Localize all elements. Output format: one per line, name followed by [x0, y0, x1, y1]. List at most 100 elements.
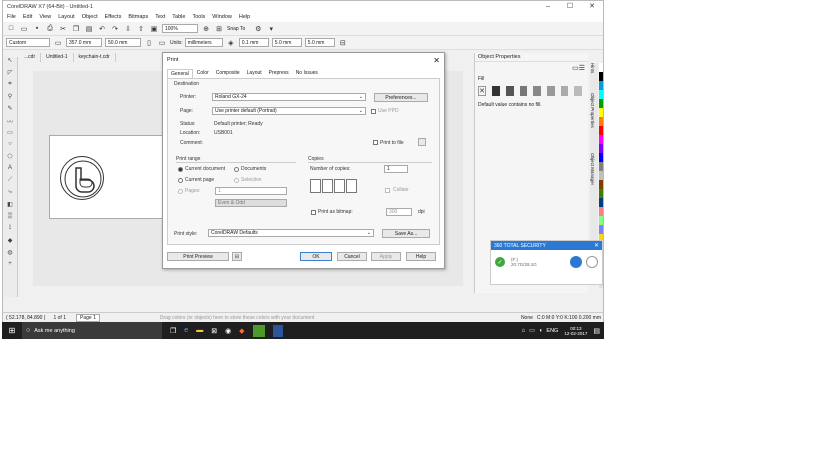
color-swatch[interactable] — [599, 189, 603, 198]
postscript-fill-icon[interactable] — [574, 86, 582, 96]
tab-general[interactable]: General — [167, 69, 193, 78]
color-swatch[interactable] — [599, 207, 603, 216]
tray-network-icon[interactable]: ▭ — [529, 327, 535, 334]
color-swatch[interactable] — [599, 90, 603, 99]
eject-icon[interactable] — [586, 256, 598, 268]
ellipse-tool-icon[interactable]: ○ — [3, 141, 17, 153]
use-ppd-checkbox[interactable] — [371, 109, 376, 114]
tab-composite[interactable]: Composite — [213, 69, 243, 78]
open-folder-icon[interactable] — [570, 256, 582, 268]
duplicate-y-field[interactable]: 5.0 mm — [304, 38, 335, 47]
menu-text[interactable]: Text — [155, 14, 165, 20]
zoom-tool-icon[interactable]: ⚲ — [3, 93, 17, 105]
taskbar-clock[interactable]: 00:13 12-02-2017 — [564, 326, 587, 336]
current-document-radio[interactable] — [178, 167, 183, 172]
fountain-fill-icon[interactable] — [505, 86, 514, 96]
menu-view[interactable]: View — [39, 14, 51, 20]
color-swatch[interactable] — [599, 108, 603, 117]
page-options-icon[interactable]: ⊟ — [338, 38, 348, 48]
page-preset-select[interactable]: Custom — [6, 38, 50, 47]
texture-fill-icon[interactable] — [560, 86, 569, 96]
menu-table[interactable]: Table — [172, 14, 185, 20]
page-height-field[interactable]: 50.0 mm — [105, 38, 141, 47]
color-swatch[interactable] — [599, 216, 603, 225]
pick-tool-icon[interactable]: ↖ — [3, 57, 17, 69]
snap-icon[interactable]: ⊞ — [214, 24, 224, 34]
print-to-file-checkbox[interactable] — [373, 140, 378, 145]
redo-icon[interactable]: ↷ — [110, 24, 120, 34]
menu-file[interactable]: File — [7, 14, 16, 20]
tray-volume-icon[interactable]: ◖ — [539, 328, 543, 334]
color-swatch[interactable] — [599, 126, 603, 135]
current-page-radio[interactable] — [178, 178, 183, 183]
settings-icon[interactable]: ▾ — [266, 24, 276, 34]
page-tab[interactable]: Page 1 — [76, 314, 100, 322]
new-icon[interactable]: □ — [6, 24, 16, 34]
shape-tool-icon[interactable]: ◸ — [3, 69, 17, 81]
color-swatch[interactable] — [599, 153, 603, 162]
color-swatch[interactable] — [599, 144, 603, 153]
documents-radio[interactable] — [234, 167, 239, 172]
file-explorer-icon[interactable]: ▬ — [196, 327, 203, 334]
menu-help[interactable]: Help — [239, 14, 250, 20]
action-center-icon[interactable]: ▤ — [593, 327, 600, 335]
store-icon[interactable]: ⊠ — [211, 327, 217, 335]
interactive-fill-icon[interactable]: ◆ — [3, 237, 17, 249]
undo-icon[interactable]: ↶ — [97, 24, 107, 34]
paste-icon[interactable]: ▤ — [84, 24, 94, 34]
parallel-dimension-icon[interactable]: ⟋ — [3, 177, 17, 189]
zoom-level-field[interactable]: 100% — [162, 24, 198, 33]
page-orientation-select[interactable]: Use printer default (Portrait) ⌄ — [212, 107, 366, 115]
maximize-button[interactable]: ☐ — [559, 2, 581, 12]
menu-edit[interactable]: Edit — [23, 14, 32, 20]
crop-tool-icon[interactable]: ⌗ — [3, 81, 17, 93]
printer-select[interactable]: Roland GX-24 ⌄ — [212, 93, 366, 101]
portrait-icon[interactable]: ▯ — [144, 38, 154, 48]
cut-icon[interactable]: ✂ — [58, 24, 68, 34]
even-odd-select[interactable]: Even & Odd — [215, 199, 287, 207]
color-swatch[interactable] — [599, 63, 603, 72]
text-tool-icon[interactable]: A — [3, 165, 17, 177]
print-as-bitmap-checkbox[interactable] — [311, 210, 316, 215]
collate-checkbox[interactable] — [385, 188, 390, 193]
transparency-icon[interactable]: ▒ — [3, 213, 17, 225]
cancel-button[interactable]: Cancel — [337, 252, 367, 261]
tab-no-issues[interactable]: No Issues — [293, 69, 321, 78]
uniform-fill-icon[interactable] — [492, 86, 500, 96]
app-launcher-icon[interactable]: ▣ — [149, 24, 159, 34]
preferences-button[interactable]: Preferences... — [374, 93, 428, 102]
menu-bitmaps[interactable]: Bitmaps — [128, 14, 148, 20]
help-button[interactable]: Help — [406, 252, 436, 261]
color-swatch[interactable] — [599, 117, 603, 126]
open-icon[interactable]: ▭ — [19, 24, 29, 34]
preview-toggle-icon[interactable]: ⊟ — [232, 252, 242, 261]
save-as-button[interactable]: Save As... — [382, 229, 430, 238]
nudge-field[interactable]: 0.1 mm — [238, 38, 269, 47]
landscape-icon[interactable]: ▭ — [157, 38, 167, 48]
copies-spinner[interactable]: 1 — [384, 165, 408, 173]
word-icon[interactable] — [272, 324, 283, 337]
color-swatch[interactable] — [599, 171, 603, 180]
rectangle-tool-icon[interactable]: ▭ — [3, 129, 17, 141]
doc-tab-1[interactable]: ...cdr — [19, 53, 42, 62]
menu-object[interactable]: Object — [82, 14, 98, 20]
color-swatch[interactable] — [599, 81, 603, 90]
side-tab-hints[interactable]: Hints — [590, 63, 595, 93]
tray-people-icon[interactable]: ⌂ — [522, 328, 526, 334]
color-swatch[interactable] — [599, 225, 603, 234]
pages-input[interactable]: 1 — [215, 187, 287, 195]
tab-layout[interactable]: Layout — [244, 69, 265, 78]
units-select[interactable]: millimeters — [184, 38, 223, 47]
duplicate-x-field[interactable]: 5.0 mm — [271, 38, 302, 47]
doc-tab-keychain[interactable]: keychain-t.cdr — [74, 53, 116, 62]
artistic-media-icon[interactable]: 〰 — [3, 117, 17, 129]
cortana-search-box[interactable]: ○ Ask me anything — [22, 322, 162, 339]
import-icon[interactable]: ⇩ — [123, 24, 133, 34]
two-color-pattern-icon[interactable] — [546, 86, 555, 96]
app-icon-2[interactable]: ◆ — [239, 327, 244, 335]
side-tab-object-properties[interactable]: Object Properties — [590, 93, 595, 153]
color-swatch[interactable] — [599, 135, 603, 144]
tab-prepress[interactable]: Prepress — [266, 69, 292, 78]
bitmap-dpi-field[interactable]: 300 — [386, 208, 412, 216]
security-close-icon[interactable]: ✕ — [594, 242, 599, 249]
